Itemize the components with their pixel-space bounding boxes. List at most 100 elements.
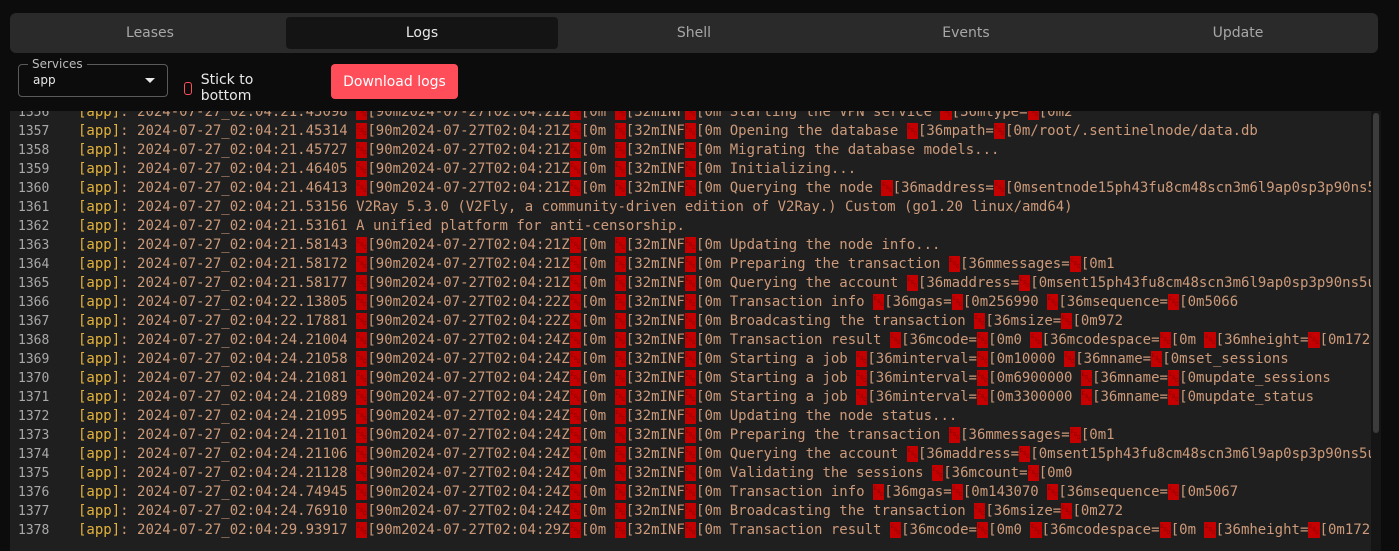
log-line-number: 1361 [18, 200, 50, 215]
log-source-tag: [app] [78, 522, 121, 538]
log-message: 2024-07-27_02:04:21.53161 A unified plat… [128, 218, 685, 234]
log-source-tag: [app] [78, 237, 121, 253]
log-line-number: 1372 [18, 409, 50, 424]
log-line-content: [app]: 2024-07-27_02:04:22.17881 ␛[90m20… [78, 312, 1123, 331]
log-line-content: [app]: 2024-07-27_02:04:24.21095 ␛[90m20… [78, 407, 957, 426]
log-source-tag: [app] [78, 503, 121, 519]
stick-to-bottom-checkbox[interactable] [184, 81, 192, 95]
log-separator: : [120, 199, 129, 215]
log-line-number: 1377 [18, 504, 50, 519]
log-line-content: [app]: 2024-07-27_02:04:21.45098 ␛[90m20… [78, 111, 1072, 122]
log-message: 2024-07-27_02:04:24.74945 ␛[90m2024-07-2… [128, 484, 1239, 500]
log-separator: : [120, 503, 129, 519]
log-message: 2024-07-27_02:04:21.45314 ␛[90m2024-07-2… [128, 123, 1258, 139]
log-line-content: [app]: 2024-07-27_02:04:24.76910 ␛[90m20… [78, 502, 1123, 521]
services-select-label: Services [28, 57, 87, 71]
log-separator: : [120, 294, 129, 310]
log-source-tag: [app] [78, 180, 121, 196]
log-source-tag: [app] [78, 199, 121, 215]
log-line-content: [app]: 2024-07-27_02:04:21.45314 ␛[90m20… [78, 122, 1258, 141]
log-source-tag: [app] [78, 294, 121, 310]
log-line-number: 1370 [18, 371, 50, 386]
log-source-tag: [app] [78, 313, 121, 329]
log-source-tag: [app] [78, 111, 121, 120]
log-separator: : [120, 370, 129, 386]
log-separator: : [120, 123, 129, 139]
log-scrollbar-thumb[interactable] [1373, 113, 1379, 433]
log-source-tag: [app] [78, 161, 121, 177]
log-source-tag: [app] [78, 142, 121, 158]
log-message: 2024-07-27_02:04:24.21081 ␛[90m2024-07-2… [128, 370, 1331, 386]
log-separator: : [120, 408, 129, 424]
log-line-content: [app]: 2024-07-27_02:04:24.21058 ␛[90m20… [78, 350, 1289, 369]
log-message: 2024-07-27_02:04:24.21095 ␛[90m2024-07-2… [128, 408, 958, 424]
services-select[interactable]: Services app [18, 57, 168, 97]
log-line-content: [app]: 2024-07-27_02:04:21.45727 ␛[90m20… [78, 141, 999, 160]
log-source-tag: [app] [78, 332, 121, 348]
log-viewer[interactable]: 1356 [app]: 2024-07-27_02:04:21.45098 ␛[9… [10, 111, 1371, 551]
log-line-number: 1365 [18, 276, 50, 291]
log-line-number: 1358 [18, 143, 50, 158]
log-source-tag: [app] [78, 370, 121, 386]
log-source-tag: [app] [78, 256, 121, 272]
log-message: 2024-07-27_02:04:21.58177 ␛[90m2024-07-2… [128, 275, 1371, 291]
log-message: 2024-07-27_02:04:21.45098 ␛[90m2024-07-2… [129, 111, 1072, 120]
log-line-number: 1362 [18, 219, 50, 234]
log-line-number: 1357 [18, 124, 50, 139]
log-message: 2024-07-27_02:04:21.58143 ␛[90m2024-07-2… [128, 237, 941, 253]
log-line-content: [app]: 2024-07-27_02:04:24.21081 ␛[90m20… [78, 369, 1331, 388]
log-line-number: 1369 [18, 352, 50, 367]
log-source-tag: [app] [78, 427, 121, 443]
tab-logs[interactable]: Logs [286, 17, 558, 49]
log-message: 2024-07-27_02:04:24.21101 ␛[90m2024-07-2… [128, 427, 1115, 443]
log-message: 2024-07-27_02:04:24.21004 ␛[90m2024-07-2… [128, 332, 1371, 348]
log-message: 2024-07-27_02:04:24.76910 ␛[90m2024-07-2… [128, 503, 1124, 519]
tab-bar: Leases Logs Shell Events Update [10, 13, 1378, 53]
log-message: 2024-07-27_02:04:24.21058 ␛[90m2024-07-2… [128, 351, 1289, 367]
log-line-number: 1376 [18, 485, 50, 500]
log-line-number: 1360 [18, 181, 50, 196]
tab-leases[interactable]: Leases [14, 17, 286, 49]
tab-shell[interactable]: Shell [558, 17, 830, 49]
log-line-number: 1359 [18, 162, 50, 177]
log-line-content: [app]: 2024-07-27_02:04:24.21089 ␛[90m20… [78, 388, 1314, 407]
log-line-content: [app]: 2024-07-27_02:04:24.21106 ␛[90m20… [78, 445, 1371, 464]
stick-to-bottom-label: Stick to bottom [200, 72, 254, 104]
log-separator: : [120, 522, 129, 538]
tab-events[interactable]: Events [830, 17, 1102, 49]
log-separator: : [120, 351, 129, 367]
log-separator: : [120, 275, 129, 291]
stick-to-bottom-toggle[interactable]: Stick to bottom [184, 72, 257, 104]
log-message: 2024-07-27_02:04:21.53156 V2Ray 5.3.0 (V… [128, 199, 1073, 215]
log-line-content: [app]: 2024-07-27_02:04:21.46413 ␛[90m20… [78, 179, 1371, 198]
log-separator: : [120, 111, 129, 120]
services-select-value: app [33, 73, 56, 87]
log-separator: : [120, 446, 129, 462]
log-separator: : [120, 180, 129, 196]
log-source-tag: [app] [78, 446, 121, 462]
log-separator: : [120, 161, 129, 177]
log-message: 2024-07-27_02:04:24.21128 ␛[90m2024-07-2… [128, 465, 1073, 481]
log-separator: : [120, 237, 129, 253]
log-line-content: [app]: 2024-07-27_02:04:24.21101 ␛[90m20… [78, 426, 1115, 445]
log-line-content: [app]: 2024-07-27_02:04:21.46405 ␛[90m20… [78, 160, 856, 179]
log-message: 2024-07-27_02:04:21.46405 ␛[90m2024-07-2… [128, 161, 857, 177]
log-separator: : [120, 465, 129, 481]
log-source-tag: [app] [78, 484, 121, 500]
log-line-content: [app]: 2024-07-27_02:04:21.53161 A unifi… [78, 217, 685, 236]
chevron-down-icon [145, 78, 155, 83]
log-line-content: [app]: 2024-07-27_02:04:29.93917 ␛[90m20… [78, 521, 1371, 540]
log-scrollbar[interactable] [1371, 111, 1381, 551]
log-message: 2024-07-27_02:04:21.46413 ␛[90m2024-07-2… [128, 180, 1371, 196]
log-line-content: [app]: 2024-07-27_02:04:22.13805 ␛[90m20… [78, 293, 1238, 312]
tab-update[interactable]: Update [1102, 17, 1374, 49]
log-message: 2024-07-27_02:04:21.45727 ␛[90m2024-07-2… [128, 142, 1000, 158]
log-line-number: 1364 [18, 257, 50, 272]
download-logs-button[interactable]: Download logs [331, 64, 458, 99]
log-line-number: 1366 [18, 295, 50, 310]
log-source-tag: [app] [78, 408, 121, 424]
log-line-number: 1375 [18, 466, 50, 481]
log-line-content: [app]: 2024-07-27_02:04:24.21004 ␛[90m20… [78, 331, 1371, 350]
log-source-tag: [app] [78, 123, 121, 139]
log-message: 2024-07-27_02:04:24.21089 ␛[90m2024-07-2… [128, 389, 1314, 405]
